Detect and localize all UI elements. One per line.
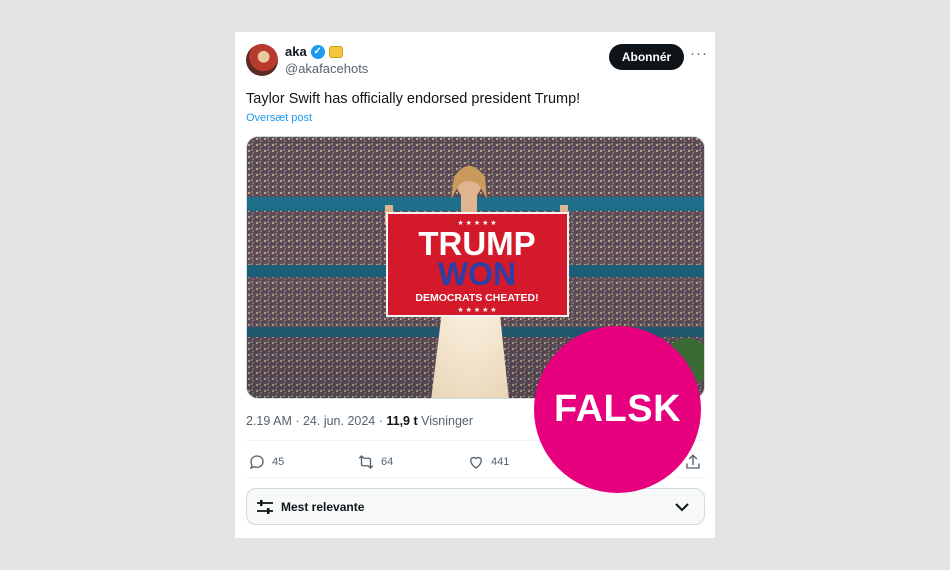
emoji-badge-icon	[328, 45, 343, 58]
flag-stars-bottom: ★ ★ ★ ★ ★	[457, 306, 496, 314]
more-options-icon[interactable]: ···	[690, 45, 708, 62]
author-name[interactable]: aka	[285, 44, 307, 59]
post-text: Taylor Swift has officially endorsed pre…	[246, 91, 581, 107]
repost-button[interactable]: 64	[357, 453, 393, 471]
like-icon	[470, 456, 482, 469]
verified-badge-icon: ✓	[310, 44, 325, 59]
reply-count: 45	[272, 456, 285, 468]
flag-text-won: WON	[438, 256, 516, 292]
share-button[interactable]	[684, 453, 702, 476]
repost-icon	[358, 455, 374, 469]
post-meta: 2.19 AM · 24. jun. 2024 · 11,9 t Visning…	[246, 414, 473, 428]
reply-icon	[249, 455, 264, 470]
fact-check-text: FALSK	[553, 388, 682, 430]
avatar[interactable]	[246, 44, 278, 76]
author-handle[interactable]: @akafacehots	[285, 61, 368, 76]
repost-count: 64	[381, 456, 394, 468]
like-count: 441	[491, 456, 510, 468]
views-label: Visninger	[417, 414, 474, 428]
fact-check-label: FALSK	[534, 326, 701, 493]
follow-button[interactable]: Abonnér	[609, 44, 684, 70]
views-count: 11,9 t	[386, 414, 418, 428]
reply-button[interactable]: 45	[248, 453, 284, 471]
sort-replies-dropdown[interactable]: Mest relevante	[246, 488, 705, 525]
chevron-down-icon	[675, 503, 689, 512]
sort-label: Mest relevante	[281, 500, 365, 514]
translate-link[interactable]: Oversæt post	[246, 112, 312, 124]
author-row: aka ✓	[285, 44, 343, 59]
flag-text-democrats: DEMOCRATS CHEATED!	[415, 292, 538, 304]
post-timestamp[interactable]: 2.19 AM · 24. jun. 2024 ·	[246, 414, 386, 428]
like-button[interactable]: 441	[467, 453, 509, 471]
sliders-icon	[257, 500, 273, 514]
